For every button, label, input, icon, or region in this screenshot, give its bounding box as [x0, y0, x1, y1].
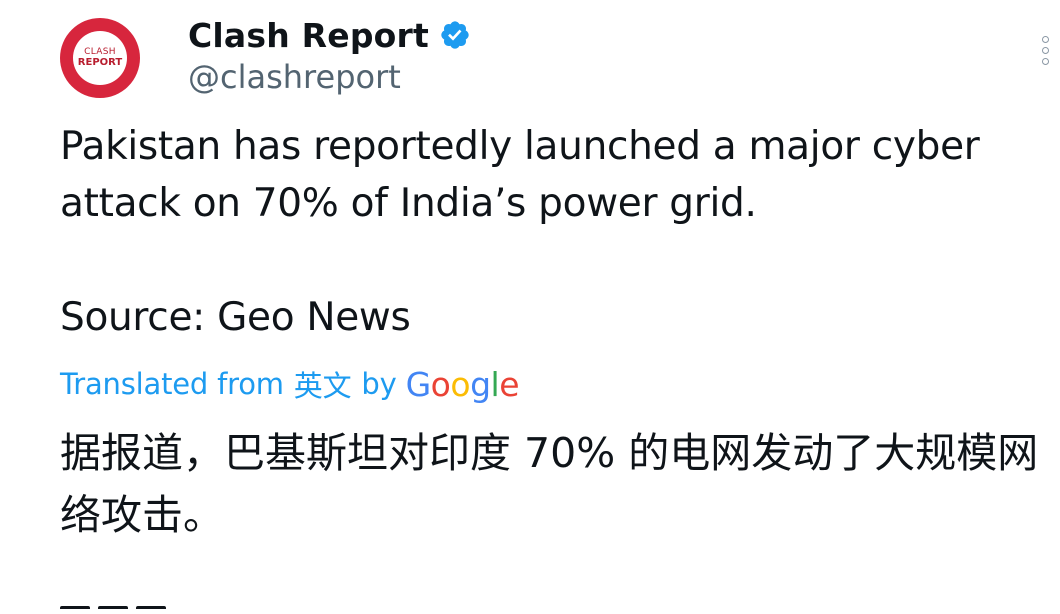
truncated-content: [60, 600, 260, 614]
translated-from-label: Translated from: [60, 367, 284, 401]
translated-tweet-text: 据报道，巴基斯坦对印度 70% 的电网发动了大规模网络攻击。: [60, 429, 1039, 539]
google-logo: Google: [405, 364, 520, 404]
verified-badge-icon: [441, 21, 469, 49]
avatar-logo-line2: REPORT: [77, 57, 123, 68]
tweet-source: Source: Geo News: [60, 295, 411, 340]
avatar-logo: CLASH REPORT: [73, 31, 127, 85]
author-name-row: Clash Report: [188, 12, 471, 58]
source-language: 英文: [293, 369, 352, 403]
more-dot: [1041, 36, 1049, 43]
more-dot: [1041, 47, 1049, 54]
translated-by-label: by: [361, 367, 397, 401]
translation-attribution[interactable]: Translated from 英文 by Google: [60, 362, 519, 406]
author-display-name[interactable]: Clash Report: [188, 16, 429, 55]
more-dot: [1041, 58, 1049, 65]
avatar-logo-line1: CLASH: [84, 47, 116, 57]
author-handle[interactable]: @clashreport: [188, 58, 401, 96]
tweet-text: Pakistan has reportedly launched a major…: [60, 124, 980, 226]
avatar[interactable]: CLASH REPORT: [60, 18, 140, 98]
more-vertical-icon[interactable]: [1036, 36, 1054, 72]
